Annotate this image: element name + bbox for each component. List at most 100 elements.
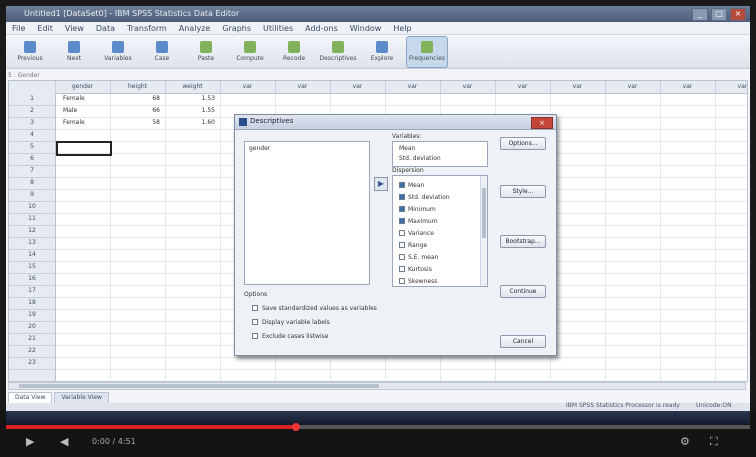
continue-button[interactable]: Continue	[500, 285, 546, 298]
column-header[interactable]: gender	[55, 81, 111, 93]
cancel-button[interactable]: Cancel	[500, 335, 546, 348]
close-button[interactable]: ×	[730, 8, 746, 21]
menu-file[interactable]: File	[12, 22, 25, 34]
selected-item-1[interactable]: Mean	[399, 145, 415, 152]
cell-height-2[interactable]: 66	[110, 105, 160, 117]
column-header[interactable]: var	[330, 81, 386, 93]
toolbar-case-button[interactable]: Case	[142, 37, 182, 67]
cell-weight-1[interactable]: 1.53	[165, 93, 215, 105]
toolbar-next-button[interactable]: Next	[54, 37, 94, 67]
toolbar-variables-button[interactable]: Variables	[98, 37, 138, 67]
fullscreen-icon[interactable]: ⛶	[710, 435, 718, 449]
minimize-button[interactable]: _	[692, 8, 708, 21]
option-row-2[interactable]: Display variable labels	[252, 317, 330, 327]
menu-edit[interactable]: Edit	[37, 22, 53, 34]
toolbar-previous-button[interactable]: Previous	[10, 37, 50, 67]
menu-graphs[interactable]: Graphs	[222, 22, 251, 34]
statistic-checkbox[interactable]	[399, 278, 405, 284]
column-header[interactable]: var	[550, 81, 606, 93]
statistic-checkbox[interactable]	[399, 230, 405, 236]
window-controls: _ □ ×	[692, 8, 746, 21]
statistic-option[interactable]: S.E. mean	[399, 252, 438, 262]
column-header[interactable]: var	[495, 81, 551, 93]
statistic-checkbox[interactable]	[399, 206, 405, 212]
statistic-option[interactable]: Variance	[399, 228, 434, 238]
toolbar-descriptives-button[interactable]: Descriptives	[318, 37, 358, 67]
volume-icon[interactable]: ◀	[60, 435, 68, 449]
scrollbar-thumb[interactable]	[19, 384, 379, 388]
checklist-scrollbar[interactable]	[480, 176, 487, 286]
menu-addons[interactable]: Add-ons	[305, 22, 338, 34]
checklist-scroll-thumb[interactable]	[482, 188, 486, 238]
maximize-button[interactable]: □	[711, 8, 727, 21]
option-checkbox[interactable]	[252, 305, 258, 311]
option-checkbox[interactable]	[252, 319, 258, 325]
column-header[interactable]: var	[715, 81, 747, 93]
active-cell[interactable]	[56, 141, 112, 156]
column-header[interactable]: height	[110, 81, 166, 93]
settings-icon[interactable]: ⚙	[680, 435, 690, 449]
column-header[interactable]	[9, 81, 56, 93]
style-button[interactable]: Style...	[500, 185, 546, 198]
dialog-close-button[interactable]: ×	[531, 117, 553, 129]
statistic-checkbox[interactable]	[399, 254, 405, 260]
cell-gender-3[interactable]: Female	[63, 117, 109, 129]
source-variable-list[interactable]: gender	[244, 141, 370, 285]
column-header[interactable]: var	[275, 81, 331, 93]
video-progress-bar[interactable]	[6, 423, 750, 431]
statistics-checklist[interactable]: Mean Std. deviation Minimum Maximum Variance…	[392, 175, 488, 287]
statistic-option[interactable]: Minimum	[399, 204, 436, 214]
statistic-label: Minimum	[408, 205, 436, 213]
column-header[interactable]: var	[660, 81, 716, 93]
menu-data[interactable]: Data	[96, 22, 115, 34]
column-header[interactable]: weight	[165, 81, 221, 93]
option-row-3[interactable]: Exclude cases listwise	[252, 331, 328, 341]
statistic-checkbox[interactable]	[399, 182, 405, 188]
row-header[interactable]: 23	[9, 357, 55, 370]
variable-item[interactable]: gender	[249, 145, 270, 152]
option-checkbox[interactable]	[252, 333, 258, 339]
column-header[interactable]: var	[605, 81, 661, 93]
statistic-option[interactable]: Skewness	[399, 276, 437, 286]
statistic-checkbox[interactable]	[399, 242, 405, 248]
statistic-option[interactable]: Std. deviation	[399, 192, 450, 202]
toolbar-compute-button[interactable]: Compute	[230, 37, 270, 67]
column-header[interactable]: var	[385, 81, 441, 93]
video-time: 0:00 / 4:51	[92, 437, 136, 446]
horizontal-scrollbar[interactable]	[8, 382, 746, 390]
menu-help[interactable]: Help	[393, 22, 411, 34]
cell-gender-2[interactable]: Male	[63, 105, 109, 117]
move-right-arrow-icon[interactable]: ▶	[374, 177, 388, 191]
statistic-checkbox[interactable]	[399, 218, 405, 224]
menu-view[interactable]: View	[65, 22, 84, 34]
statistic-option[interactable]: Kurtosis	[399, 264, 432, 274]
toolbar-frequencies-button[interactable]: Frequencies	[406, 35, 448, 68]
menu-window[interactable]: Window	[350, 22, 382, 34]
toolbar-explore-button[interactable]: Explore	[362, 37, 402, 67]
selected-item-2[interactable]: Std. deviation	[399, 155, 441, 162]
progress-knob[interactable]	[292, 423, 301, 431]
selected-variable-list[interactable]: Mean Std. deviation	[392, 141, 488, 167]
cell-gender-1[interactable]: Female	[63, 93, 109, 105]
column-header[interactable]: var	[220, 81, 276, 93]
menu-transform[interactable]: Transform	[127, 22, 167, 34]
toolbar-paste-button[interactable]: Paste	[186, 37, 226, 67]
cell-height-3[interactable]: 58	[110, 117, 160, 129]
progress-fill	[6, 425, 297, 429]
statistic-option[interactable]: Mean	[399, 180, 424, 190]
menu-utilities[interactable]: Utilities	[263, 22, 293, 34]
play-icon[interactable]: ▶	[26, 435, 34, 449]
cell-weight-3[interactable]: 1.60	[165, 117, 215, 129]
bootstrap-button[interactable]: Bootstrap...	[500, 235, 546, 248]
statistic-option[interactable]: Maximum	[399, 216, 438, 226]
toolbar-recode-button[interactable]: Recode	[274, 37, 314, 67]
column-header[interactable]: var	[440, 81, 496, 93]
menu-analyze[interactable]: Analyze	[179, 22, 211, 34]
options-button[interactable]: Options...	[500, 137, 546, 150]
statistic-checkbox[interactable]	[399, 194, 405, 200]
cell-height-1[interactable]: 68	[110, 93, 160, 105]
statistic-checkbox[interactable]	[399, 266, 405, 272]
statistic-option[interactable]: Range	[399, 240, 427, 250]
cell-weight-2[interactable]: 1.55	[165, 105, 215, 117]
option-row-1[interactable]: Save standardized values as variables	[252, 303, 377, 313]
